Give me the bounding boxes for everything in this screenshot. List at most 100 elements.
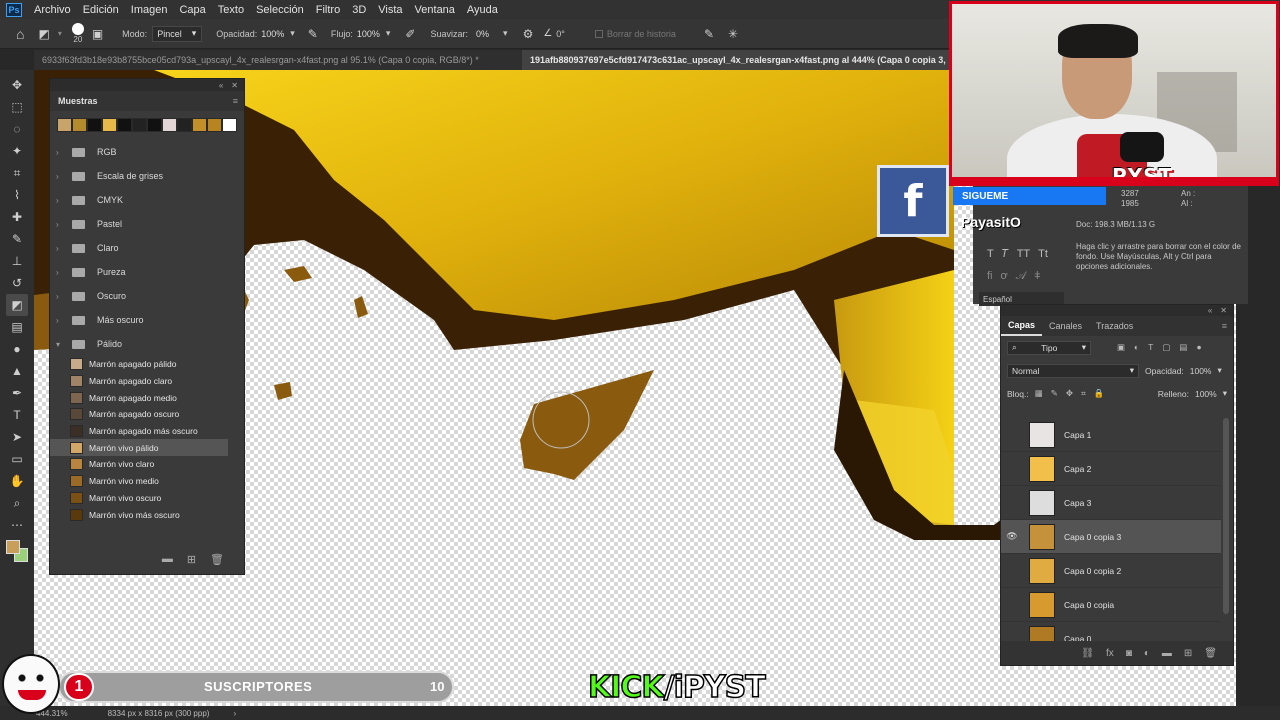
chevron-down-icon[interactable]: ▾ [1218, 365, 1222, 376]
folder-icon[interactable]: ▬ [1162, 648, 1172, 659]
swatch-folder[interactable]: › CMYK [50, 188, 244, 212]
swatch-item[interactable]: Marrón apagado pálido [50, 356, 228, 373]
lasso-tool-icon[interactable]: ◌ [6, 118, 28, 140]
tab-capas[interactable]: Capas [1001, 316, 1043, 336]
fx-icon[interactable]: fx [1106, 648, 1114, 659]
tab-canales[interactable]: Canales [1042, 316, 1089, 336]
eraser-tool-icon[interactable]: ◩ [6, 294, 28, 316]
recent-swatch-chip[interactable] [192, 118, 207, 132]
panel-menu-icon[interactable]: ≡ [233, 96, 238, 106]
tab-document-2[interactable]: 191afb880937697e5cfd917473c631ac_upscayl… [522, 50, 950, 70]
move-tool-icon[interactable]: ✥ [6, 74, 28, 96]
chevron-right-icon[interactable]: › [56, 148, 68, 157]
lock-artboard-icon[interactable]: ⌗ [1081, 388, 1086, 399]
symmetry-icon[interactable]: ✳ [728, 27, 738, 41]
history-brush-tool-icon[interactable]: ↺ [6, 272, 28, 294]
layer-list-scrollbar[interactable] [1223, 418, 1229, 614]
ordinal-icon[interactable]: ơ [1001, 270, 1008, 283]
new-group-icon[interactable]: ▬ [162, 553, 173, 566]
shape-filter-icon[interactable]: ▢ [1162, 342, 1170, 353]
layer-row[interactable]: 👁 Capa 0 copia 3 [1001, 520, 1221, 554]
recent-swatch-chip[interactable] [147, 118, 162, 132]
smart-object-filter-icon[interactable]: ▤ [1179, 342, 1187, 353]
smallcaps-type-icon[interactable]: Tt [1038, 248, 1048, 261]
swatch-folder[interactable]: ▾ Pálido [50, 332, 244, 356]
eraser-tool-icon[interactable]: ◩ [38, 27, 49, 41]
menu-capa[interactable]: Capa [173, 4, 211, 16]
tab-trazados[interactable]: Trazados [1089, 316, 1140, 336]
layer-row[interactable]: Capa 1 [1001, 418, 1221, 452]
chevron-right-icon[interactable]: › [56, 268, 68, 277]
close-icon[interactable]: ✕ [231, 81, 238, 90]
menu-ayuda[interactable]: Ayuda [461, 4, 504, 16]
allcaps-type-icon[interactable]: TT [1017, 248, 1030, 261]
angle-value[interactable]: 0° [556, 29, 565, 39]
alternates-icon[interactable]: ǂ [1034, 270, 1040, 283]
type-filter-icon[interactable]: T [1148, 342, 1153, 353]
chevron-down-icon[interactable]: ▾ [386, 28, 391, 39]
chevron-down-icon[interactable]: ▾ [56, 340, 68, 349]
lock-pixels-icon[interactable]: ✎ [1051, 388, 1058, 399]
trash-icon[interactable]: 🗑 [210, 553, 224, 566]
brush-panel-icon[interactable]: ▣ [92, 27, 103, 41]
new-layer-icon[interactable]: ⊞ [1184, 648, 1192, 659]
layer-row[interactable]: Capa 3 [1001, 486, 1221, 520]
recent-swatch-chip[interactable] [72, 118, 87, 132]
chevron-down-icon[interactable]: ▾ [1223, 388, 1227, 399]
gear-icon[interactable]: ⚙ [523, 27, 534, 41]
menu-3d[interactable]: 3D [346, 4, 372, 16]
status-chevron-icon[interactable]: › [233, 709, 236, 718]
recent-swatch-chip[interactable] [102, 118, 117, 132]
recent-swatch-chip[interactable] [57, 118, 72, 132]
chevron-down-icon[interactable]: ▾ [290, 28, 295, 39]
layer-row[interactable]: Capa 0 copia 2 [1001, 554, 1221, 588]
swatch-folder[interactable]: › Oscuro [50, 284, 244, 308]
shape-tool-icon[interactable]: ▭ [6, 448, 28, 470]
pressure-opacity-icon[interactable]: ✎ [308, 27, 318, 41]
chevron-right-icon[interactable]: › [56, 244, 68, 253]
pressure-size-icon[interactable]: ✎ [704, 27, 714, 41]
swatch-folder[interactable]: › RGB [50, 140, 244, 164]
flow-value[interactable]: 100% [357, 29, 380, 39]
airbrush-icon[interactable]: ✐ [405, 27, 415, 41]
chevron-right-icon[interactable]: › [56, 316, 68, 325]
close-icon[interactable]: ✕ [1220, 306, 1227, 315]
blend-mode-select[interactable]: Normal ▾ [1007, 363, 1139, 378]
lock-all-icon[interactable]: 🔒 [1094, 388, 1105, 399]
new-swatch-icon[interactable]: ⊞ [187, 553, 196, 566]
layer-opacity-value[interactable]: 100% [1190, 366, 1212, 376]
swatch-folder[interactable]: › Pureza [50, 260, 244, 284]
hand-tool-icon[interactable]: ✋ [6, 470, 28, 492]
swatch-item[interactable]: Marrón apagado claro [50, 373, 228, 390]
brush-size-picker[interactable]: 20 [71, 23, 84, 44]
dodge-tool-icon[interactable]: ▲ [6, 360, 28, 382]
chevron-right-icon[interactable]: › [56, 196, 68, 205]
swatch-folder[interactable]: › Escala de grises [50, 164, 244, 188]
opacity-value[interactable]: 100% [261, 29, 284, 39]
type-tool-icon[interactable]: T [6, 404, 28, 426]
layer-filter-select[interactable]: ⌕ Tipo ▾ [1007, 340, 1091, 355]
menu-edicion[interactable]: Edición [77, 4, 125, 16]
chevron-right-icon[interactable]: › [56, 172, 68, 181]
marquee-tool-icon[interactable]: ⬚ [6, 96, 28, 118]
recent-swatch-chip[interactable] [117, 118, 132, 132]
recent-swatch-chip[interactable] [222, 118, 237, 132]
pen-tool-icon[interactable]: ✒ [6, 382, 28, 404]
lock-position-icon[interactable]: ✥ [1066, 388, 1073, 399]
filter-toggle-icon[interactable]: ● [1196, 342, 1201, 353]
adjustment-filter-icon[interactable]: ◐ [1134, 342, 1139, 353]
brush-tool-icon[interactable]: ✎ [6, 228, 28, 250]
panel-menu-icon[interactable]: ≡ [1222, 321, 1227, 331]
swatch-folder[interactable]: › Claro [50, 236, 244, 260]
smooth-value[interactable]: 0% [476, 29, 489, 39]
layer-fill-value[interactable]: 100% [1195, 389, 1217, 399]
healing-brush-tool-icon[interactable]: ✚ [6, 206, 28, 228]
menu-filtro[interactable]: Filtro [310, 4, 346, 16]
more-tools-icon[interactable]: ⋯ [6, 514, 28, 536]
mask-icon[interactable]: ◙ [1126, 648, 1132, 659]
menu-seleccion[interactable]: Selección [250, 4, 310, 16]
swatch-item[interactable]: Marrón vivo pálido [50, 439, 228, 457]
menu-imagen[interactable]: Imagen [125, 4, 174, 16]
recent-swatch-chip[interactable] [207, 118, 222, 132]
lock-transparency-icon[interactable]: ▦ [1035, 388, 1043, 399]
